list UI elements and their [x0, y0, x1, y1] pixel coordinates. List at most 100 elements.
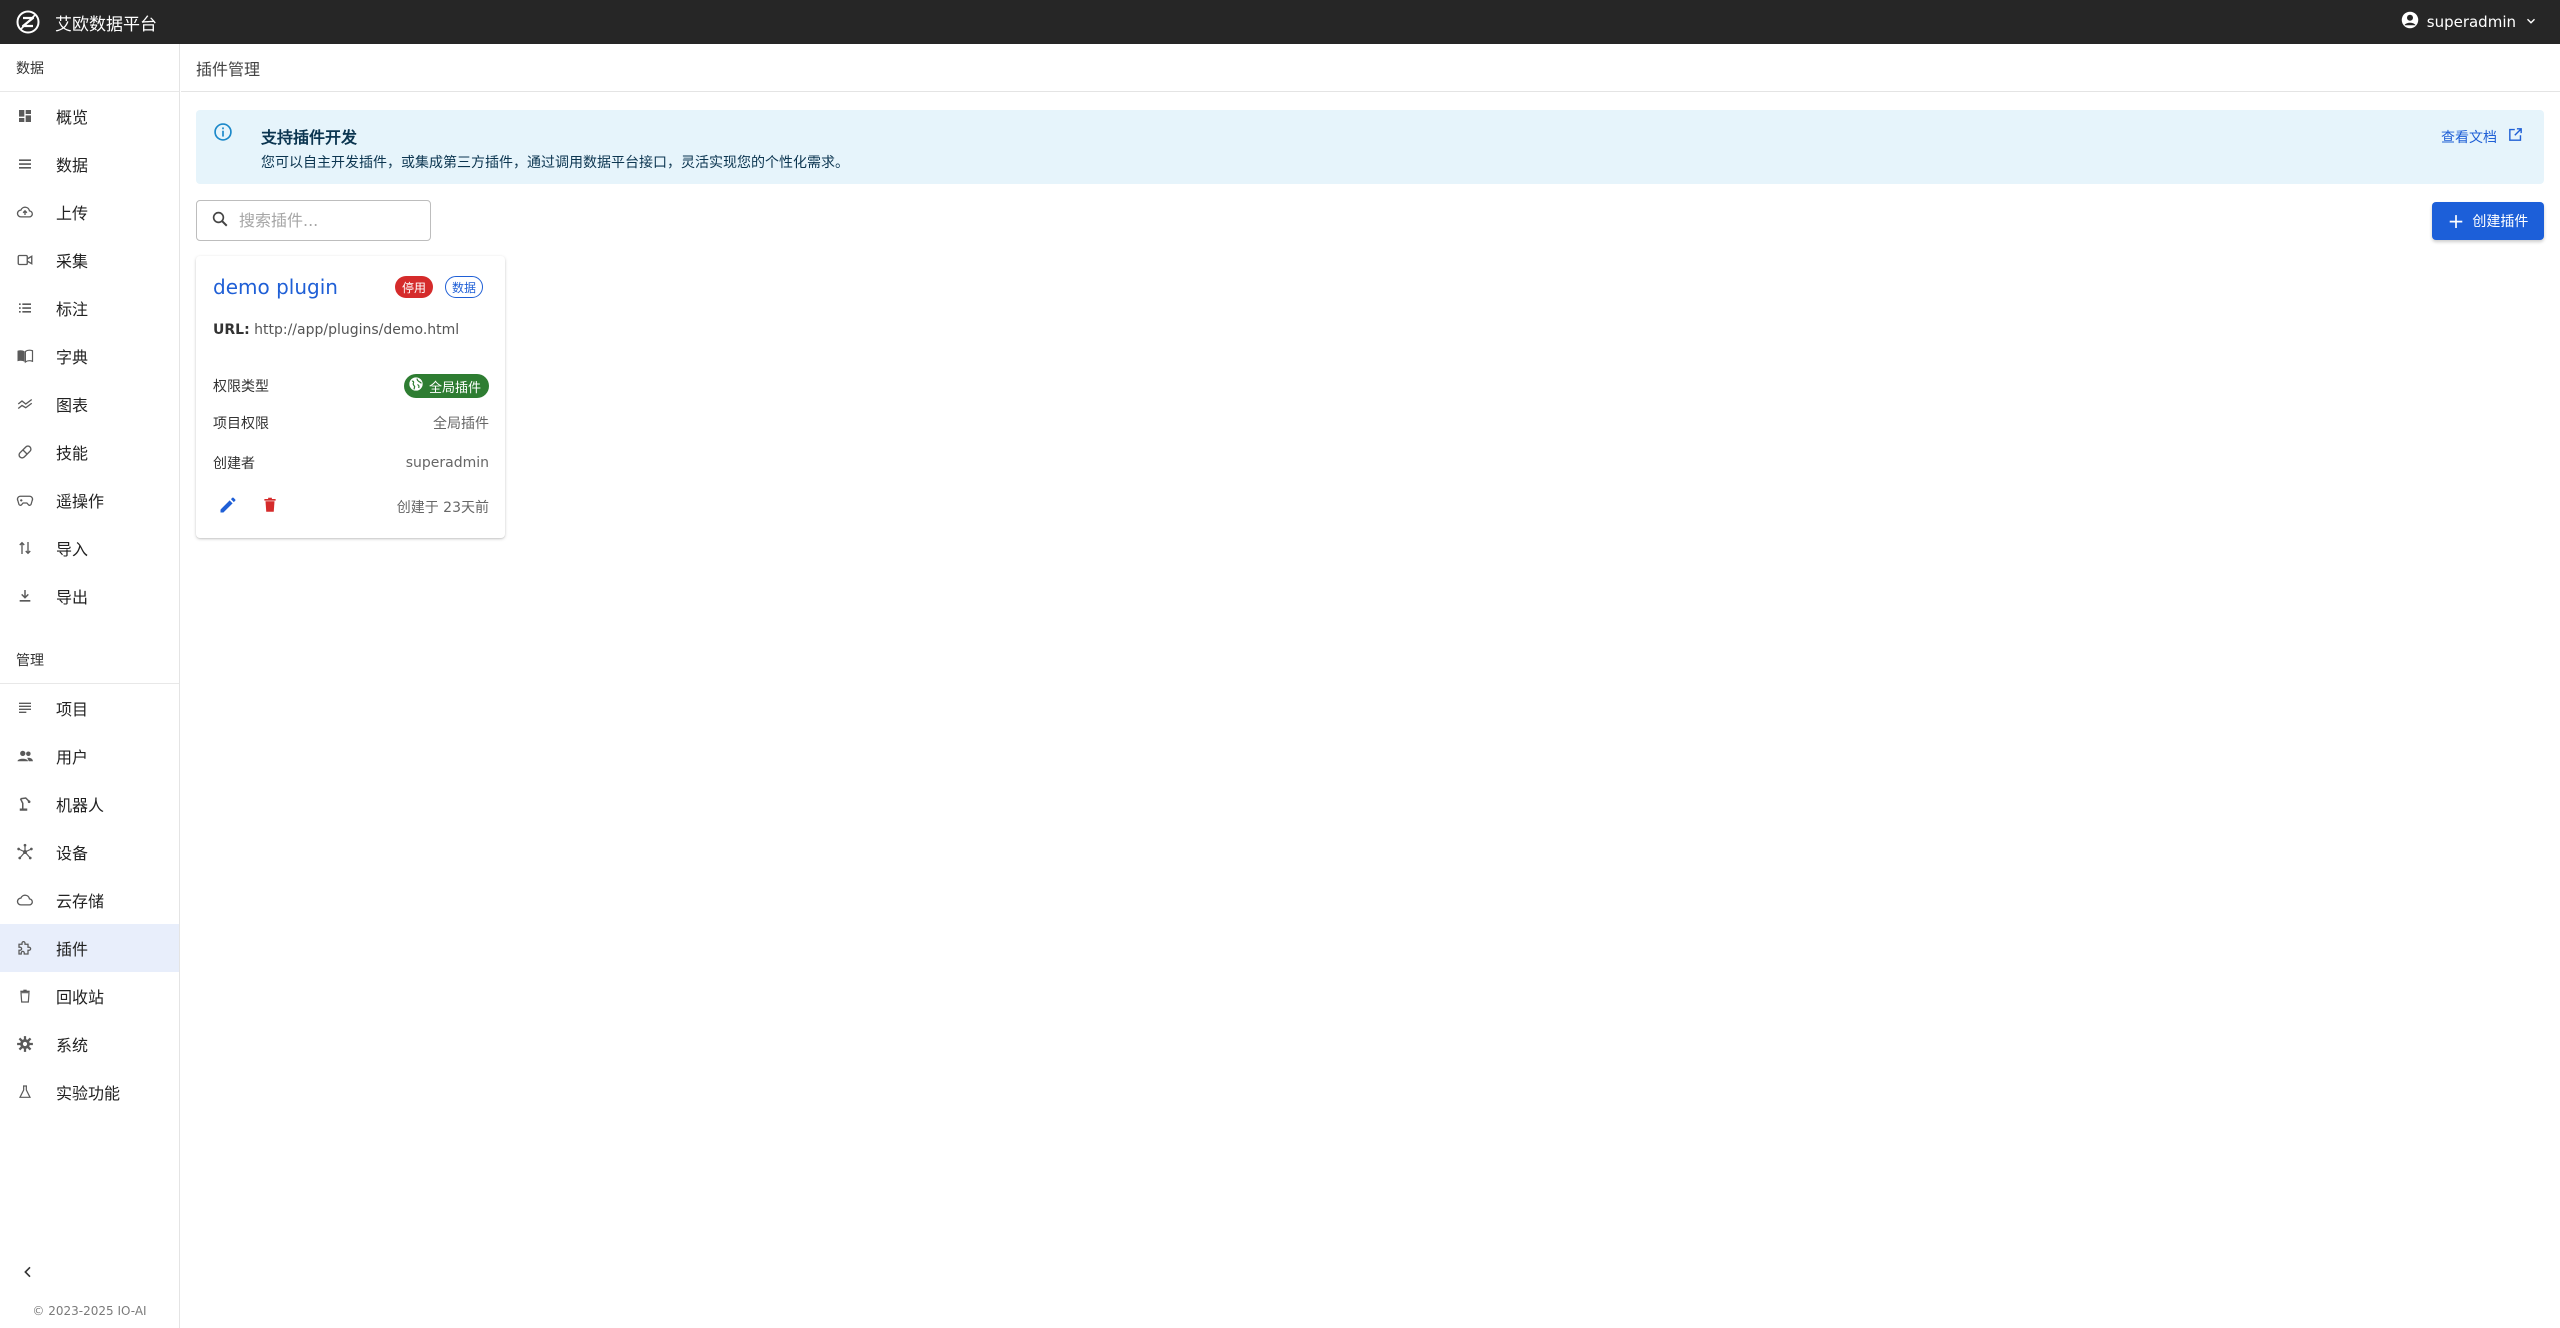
sidebar-item-plugins[interactable]: 插件 [0, 924, 179, 972]
sidebar-footer: © 2023-2025 IO-AI [0, 1254, 179, 1328]
main-content: 插件管理 支持插件开发 您可以自主开发插件，或集成第三方插件，通过调用数据平台接… [181, 44, 2560, 1328]
sidebar-item-label: 导出 [56, 588, 89, 607]
plus-icon: + [2447, 209, 2465, 233]
alert-title: 支持插件开发 [261, 128, 358, 147]
project-permission-value: 全局插件 [433, 416, 489, 432]
sidebar-item-cloud-storage[interactable]: 云存储 [0, 876, 179, 924]
sidebar-item-label: 字典 [56, 348, 89, 367]
creator-label: 创建者 [213, 456, 255, 472]
hub-icon [16, 843, 34, 861]
username: superadmin [2426, 13, 2516, 31]
sidebar-item-label: 标注 [56, 300, 89, 319]
sidebar-item-label: 插件 [56, 940, 89, 959]
project-icon [16, 699, 34, 717]
sidebar-item-label: 回收站 [56, 988, 105, 1007]
info-icon [213, 122, 233, 142]
sidebar-item-label: 技能 [56, 444, 89, 463]
sidebar-item-label: 系统 [56, 1036, 89, 1055]
create-plugin-label: 创建插件 [2472, 214, 2529, 230]
chevron-left-icon [20, 1264, 36, 1284]
sidebar-item-data[interactable]: 数据 [0, 140, 179, 188]
delete-button[interactable] [255, 492, 285, 522]
globe-icon [408, 376, 429, 396]
chevron-down-icon [2524, 13, 2538, 32]
view-docs-link[interactable]: 查看文档 [2441, 126, 2524, 147]
sidebar-item-export[interactable]: 导出 [0, 572, 179, 620]
sidebar-item-label: 上传 [56, 204, 89, 223]
trash-icon [261, 496, 279, 518]
global-plugin-badge: 全局插件 [403, 374, 489, 398]
status-badge: 停用 [395, 276, 434, 298]
sidebar: 数据 概览 数据 上传 采集 标注 字典 图表 技能 遥操作 导入 导出 管理 … [0, 44, 180, 1328]
edit-button[interactable] [213, 492, 243, 522]
copyright-text: © 2023-2025 IO-AI [32, 1304, 147, 1318]
permission-type-row: 权限类型 全局插件 [213, 374, 489, 398]
permission-type-label: 权限类型 [213, 379, 269, 395]
account-circle-icon [2401, 11, 2419, 33]
search-input[interactable] [239, 211, 419, 230]
collapse-sidebar-button[interactable] [0, 1254, 179, 1294]
open-in-new-icon [2497, 126, 2524, 147]
top-app-bar: 艾欧数据平台 superadmin [0, 0, 2560, 44]
sidebar-item-overview[interactable]: 概览 [0, 92, 179, 140]
sidebar-item-import[interactable]: 导入 [0, 524, 179, 572]
sidebar-item-experimental[interactable]: 实验功能 [0, 1068, 179, 1116]
trash-icon [16, 987, 34, 1005]
sidebar-item-charts[interactable]: 图表 [0, 380, 179, 428]
plugin-name-link[interactable]: demo plugin [213, 275, 338, 299]
video-camera-icon [16, 251, 34, 269]
sidebar-item-skills[interactable]: 技能 [0, 428, 179, 476]
creator-row: 创建者 superadmin [213, 453, 489, 473]
sidebar-item-robots[interactable]: 机器人 [0, 780, 179, 828]
extension-icon [16, 939, 34, 957]
pill-icon [16, 443, 34, 461]
cloud-icon [16, 891, 34, 909]
app-title: 艾欧数据平台 [55, 14, 157, 35]
section-label-admin: 管理 [0, 636, 179, 684]
view-docs-label: 查看文档 [2441, 129, 2497, 146]
search-icon [211, 210, 229, 232]
flask-icon [16, 1083, 34, 1101]
creator-value: superadmin [405, 455, 489, 471]
sidebar-item-label: 采集 [56, 252, 89, 271]
alert-message: 您可以自主开发插件，或集成第三方插件，通过调用数据平台接口，灵活实现您的个性化需… [261, 155, 849, 171]
url-label: URL: [213, 322, 250, 338]
search-field[interactable] [196, 200, 431, 241]
project-permission-row: 项目权限 全局插件 [213, 413, 489, 433]
page-title: 插件管理 [181, 44, 2560, 92]
sidebar-item-capture[interactable]: 采集 [0, 236, 179, 284]
brand[interactable]: 艾欧数据平台 [0, 0, 157, 44]
sidebar-item-recycle-bin[interactable]: 回收站 [0, 972, 179, 1020]
section-label-data: 数据 [0, 44, 179, 92]
dashboard-icon [16, 107, 34, 125]
sidebar-item-teleop[interactable]: 遥操作 [0, 476, 179, 524]
pencil-icon [218, 495, 238, 519]
book-icon [16, 347, 34, 365]
sidebar-item-label: 实验功能 [56, 1084, 121, 1103]
info-alert: 支持插件开发 您可以自主开发插件，或集成第三方插件，通过调用数据平台接口，灵活实… [196, 110, 2544, 184]
sidebar-item-devices[interactable]: 设备 [0, 828, 179, 876]
sidebar-item-users[interactable]: 用户 [0, 732, 179, 780]
checklist-icon [16, 299, 34, 317]
logo-icon [15, 9, 41, 35]
plugin-card: demo plugin 停用 数据 URL: http://app/plugin… [196, 256, 505, 538]
users-icon [16, 747, 34, 765]
sidebar-item-label: 图表 [56, 396, 89, 415]
permission-type-value: 全局插件 [428, 380, 481, 396]
list-icon [16, 155, 34, 173]
sidebar-item-label: 项目 [56, 700, 89, 719]
card-actions: 创建于 23天前 [213, 492, 489, 522]
download-icon [16, 587, 34, 605]
sidebar-item-upload[interactable]: 上传 [0, 188, 179, 236]
create-plugin-button[interactable]: + 创建插件 [2432, 202, 2544, 240]
sidebar-item-system[interactable]: 系统 [0, 1020, 179, 1068]
sidebar-item-projects[interactable]: 项目 [0, 684, 179, 732]
category-badge: 数据 [445, 276, 484, 298]
sidebar-item-dictionary[interactable]: 字典 [0, 332, 179, 380]
sidebar-item-annotate[interactable]: 标注 [0, 284, 179, 332]
url-value: http://app/plugins/demo.html [254, 322, 460, 338]
robot-arm-icon [16, 795, 34, 813]
sidebar-item-label: 导入 [56, 540, 89, 559]
user-menu-button[interactable]: superadmin [2401, 0, 2538, 44]
